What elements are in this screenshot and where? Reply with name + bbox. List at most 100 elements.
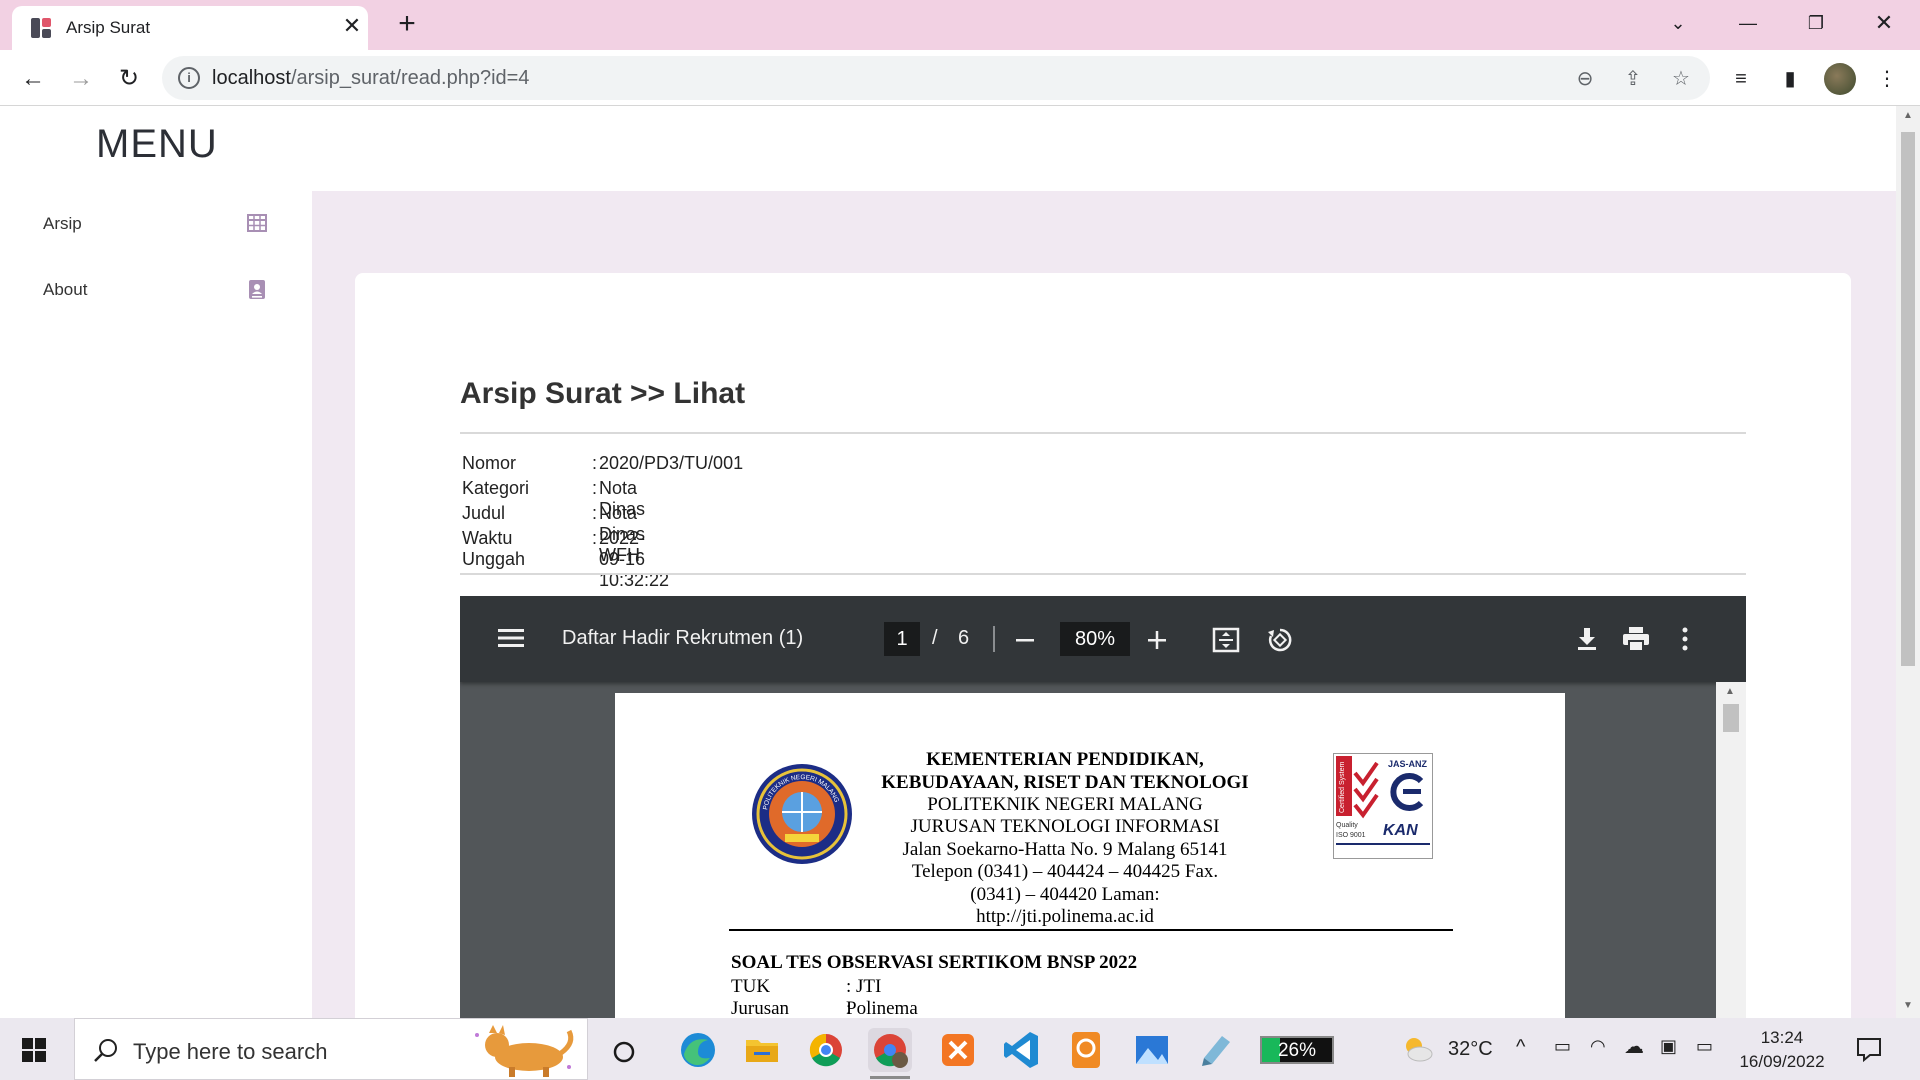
pdf-document-title: Daftar Hadir Rekrutmen (1)	[562, 627, 804, 649]
display-settings-icon[interactable]: ▣	[1660, 1036, 1677, 1057]
profile-avatar[interactable]	[1824, 63, 1856, 95]
browser-menu-icon[interactable]: ⋮	[1872, 64, 1902, 94]
letterhead-line: (0341) – 404420 Laman:	[970, 884, 1160, 905]
letterhead-line: Jalan Soekarno-Hatta No. 9 Malang 65141	[902, 839, 1228, 860]
onedrive-cloud-icon[interactable]: ☁	[1624, 1034, 1644, 1059]
divider	[460, 432, 1746, 434]
browser-tab[interactable]: Arsip Surat ✕	[12, 6, 368, 50]
notepad-app-icon[interactable]	[1194, 1028, 1238, 1072]
share-icon[interactable]: ⇪	[1620, 66, 1646, 92]
battery-tray-icon[interactable]: ▭	[1696, 1036, 1713, 1057]
meta-colon: :	[592, 453, 598, 473]
url-text[interactable]: localhost/arsip_surat/read.php?id=4	[212, 67, 529, 90]
svg-text:KAN: KAN	[1383, 822, 1418, 839]
contact-card-icon	[249, 280, 265, 299]
letterhead-line: JURUSAN TEKNOLOGI INFORMASI	[910, 816, 1220, 837]
sidebar-item-arsip[interactable]: Arsip	[0, 198, 312, 250]
rotate-icon[interactable]	[1266, 626, 1294, 654]
side-panel-icon[interactable]: ▮	[1775, 64, 1805, 94]
close-window-button[interactable]: ✕	[1864, 8, 1904, 38]
print-icon[interactable]	[1622, 626, 1650, 652]
windows-start-icon[interactable]	[22, 1038, 46, 1062]
chrome-profile-app-icon[interactable]	[868, 1028, 912, 1072]
address-bar[interactable]: i localhost/arsip_surat/read.php?id=4 ⊖ …	[162, 56, 1710, 100]
meta-colon: :	[592, 528, 598, 548]
scroll-up-arrow-icon[interactable]: ▲	[1901, 110, 1915, 124]
vscode-app-icon[interactable]	[1000, 1028, 1044, 1072]
media-control-icon[interactable]: ≡	[1726, 64, 1756, 94]
xampp-app-icon[interactable]	[936, 1028, 980, 1072]
taskbar-search-box[interactable]: Type here to search	[74, 1018, 588, 1080]
meta-label: Nomor	[462, 453, 517, 473]
system-clock[interactable]: 13:24 16/09/2022	[1737, 1026, 1827, 1074]
scroll-down-arrow-icon[interactable]: ▼	[1901, 1000, 1915, 1014]
letterhead-line: KEMENTERIAN PENDIDIKAN,	[926, 749, 1204, 770]
forward-icon[interactable]: →	[66, 64, 96, 94]
battery-level: 26%	[1277, 1040, 1317, 1061]
chrome-app-icon[interactable]	[804, 1028, 848, 1072]
edge-app-icon[interactable]	[676, 1028, 720, 1072]
sidebar-item-label: Arsip	[43, 214, 82, 233]
scroll-up-arrow-icon[interactable]: ▲	[1725, 686, 1735, 697]
pdf-app-icon[interactable]	[1064, 1028, 1108, 1072]
battery-meter[interactable]: 26%	[1260, 1036, 1334, 1064]
pdf-scrollbar-thumb[interactable]	[1723, 704, 1739, 732]
meet-now-icon[interactable]: ▭	[1554, 1036, 1571, 1057]
file-explorer-app-icon[interactable]	[740, 1028, 784, 1072]
pdf-scrollbar[interactable]: ▲	[1716, 682, 1746, 1018]
tab-close-icon[interactable]: ✕	[340, 14, 364, 38]
zoom-icon[interactable]: ⊖	[1572, 66, 1598, 92]
site-info-icon[interactable]: i	[178, 67, 200, 89]
wifi-icon[interactable]: ◠	[1590, 1036, 1606, 1057]
notifications-icon[interactable]	[1856, 1036, 1882, 1062]
browser-tabstrip: Arsip Surat ✕ + ⌄ — ❐ ✕	[0, 0, 1920, 50]
total-pages: 6	[958, 627, 970, 649]
temperature[interactable]: 32°C	[1448, 1038, 1493, 1061]
sidebar: MENU Arsip About	[0, 106, 312, 1018]
search-placeholder: Type here to search	[133, 1039, 328, 1064]
zoom-out-icon[interactable]	[1014, 629, 1036, 651]
meta-colon: :	[592, 478, 598, 498]
bookmark-star-icon[interactable]: ☆	[1668, 66, 1694, 92]
sidebar-item-label: About	[43, 280, 88, 299]
url-host: localhost	[212, 67, 291, 89]
photos-app-icon[interactable]	[1130, 1028, 1174, 1072]
search-icon	[94, 1039, 117, 1062]
tray-overflow-chevron-icon[interactable]: ^	[1516, 1036, 1525, 1059]
toolbar-separator	[993, 626, 995, 652]
pdf-toolbar: Daftar Hadir Rekrutmen (1) 1 / 6 80%	[460, 596, 1746, 682]
page-number-input[interactable]: 1	[884, 622, 920, 656]
page-scrollbar[interactable]: ▲ ▼	[1896, 106, 1920, 1018]
zoom-level-input[interactable]: 80%	[1060, 622, 1130, 656]
zoom-in-icon[interactable]	[1146, 629, 1168, 651]
weather-icon[interactable]	[1400, 1034, 1434, 1064]
menu-title: MENU	[96, 122, 218, 166]
document-row-value: : Teknologi Informasi	[846, 998, 852, 1018]
download-icon[interactable]	[1574, 626, 1600, 652]
iso-certification-logo-icon: Certified System JAS-ANZ Quality ISO 900…	[1333, 753, 1433, 859]
new-tab-button[interactable]: +	[392, 9, 422, 40]
document-row-tuk: TUK : JTI Polinema	[731, 976, 918, 1018]
fit-to-page-icon[interactable]	[1212, 626, 1240, 654]
letterhead-rule	[729, 929, 1453, 931]
meta-value: 2020/PD3/TU/001	[599, 453, 744, 473]
pdf-viewer[interactable]: Daftar Hadir Rekrutmen (1) 1 / 6 80% POL…	[460, 596, 1746, 1018]
task-view-icon[interactable]	[612, 1040, 636, 1064]
page-scrollbar-thumb[interactable]	[1901, 132, 1915, 666]
content-card: Arsip Surat >> Lihat Nomor : 2020/PD3/TU…	[355, 273, 1851, 1018]
minimize-button[interactable]: —	[1728, 8, 1768, 38]
letterhead-line: POLITEKNIK NEGERI MALANG	[927, 794, 1203, 815]
svg-text:Certified System: Certified System	[1339, 761, 1346, 813]
url-path: /arsip_surat/read.php?id=4	[290, 67, 530, 89]
more-options-icon[interactable]	[1678, 626, 1692, 652]
browser-toolbar: ← → ↻ i localhost/arsip_surat/read.php?i…	[0, 50, 1920, 106]
hamburger-menu-icon[interactable]	[498, 627, 524, 649]
windows-taskbar: Type here to search 26% 32°C ^ ▭ ◠ ☁ ▣ ▭…	[0, 1018, 1920, 1080]
back-icon[interactable]: ←	[18, 64, 48, 94]
restore-button[interactable]: ❐	[1796, 8, 1836, 38]
tab-search-chevron-icon[interactable]: ⌄	[1658, 8, 1698, 38]
svg-text:ISO 9001: ISO 9001	[1336, 832, 1366, 839]
reload-icon[interactable]: ↻	[114, 64, 144, 94]
divider	[460, 573, 1746, 575]
sidebar-item-about[interactable]: About	[0, 264, 312, 316]
